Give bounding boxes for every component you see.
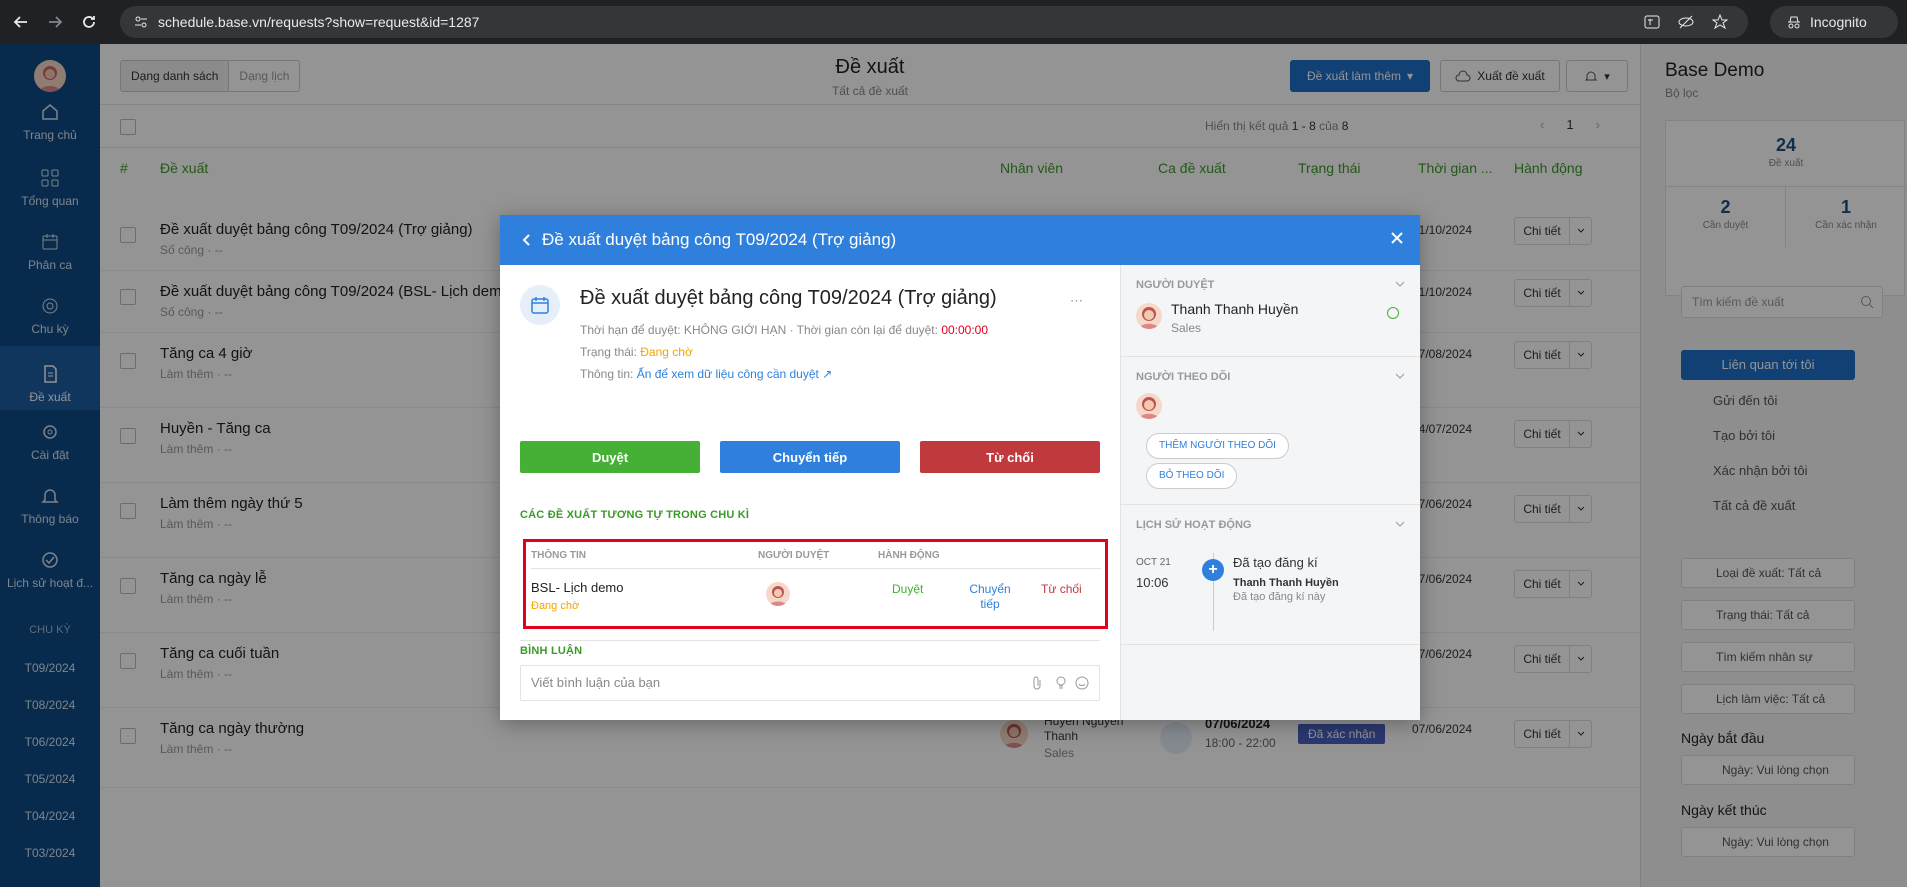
- history-date: OCT 21: [1136, 557, 1171, 568]
- similar-row-name[interactable]: BSL- Lịch demo: [531, 580, 624, 595]
- close-icon[interactable]: [1390, 231, 1404, 245]
- approve-button[interactable]: Duyệt: [520, 441, 700, 473]
- reload-icon[interactable]: [76, 9, 102, 35]
- more-icon[interactable]: ⋯: [1070, 293, 1083, 309]
- status-dot-icon: [1387, 307, 1399, 319]
- request-detail-modal: Đề xuất duyệt bảng công T09/2024 (Trợ gi…: [500, 215, 1420, 720]
- calendar-icon: [520, 285, 560, 325]
- similar-requests-title: CÁC ĐỀ XUẤT TƯƠNG TỰ TRONG CHU KÌ: [520, 509, 750, 521]
- similar-requests-table: THÔNG TIN NGƯỜI DUYỆT HÀNH ĐỘNG BSL- Lịc…: [523, 539, 1108, 629]
- history-time: 10:06: [1136, 575, 1169, 590]
- comment-input[interactable]: Viết bình luận của bạn: [520, 665, 1100, 701]
- approver-team: Sales: [1171, 321, 1202, 335]
- modal-main: Đề xuất duyệt bảng công T09/2024 (Trợ gi…: [500, 265, 1120, 720]
- url-text[interactable]: schedule.base.vn/requests?show=request&i…: [158, 14, 479, 30]
- chevron-down-icon[interactable]: [1395, 281, 1405, 287]
- similar-reject-link[interactable]: Từ chối: [1041, 582, 1082, 596]
- chevron-left-icon[interactable]: [522, 234, 530, 246]
- forward-button[interactable]: Chuyển tiếp: [720, 441, 900, 473]
- follower-section: NGƯỜI THEO DÕI THÊM NGƯỜI THEO DÕI BỎ TH…: [1121, 357, 1420, 505]
- attach-icon[interactable]: [1031, 676, 1043, 690]
- site-info-icon[interactable]: [134, 15, 148, 29]
- browser-chrome: schedule.base.vn/requests?show=request&i…: [0, 0, 1907, 44]
- incognito-label: Incognito: [1810, 14, 1867, 30]
- avatar: [1136, 303, 1162, 329]
- modal-header-title: Đề xuất duyệt bảng công T09/2024 (Trợ gi…: [542, 230, 897, 249]
- similar-approve-link[interactable]: Duyệt: [892, 582, 923, 596]
- chevron-down-icon[interactable]: [1395, 373, 1405, 379]
- similar-forward-link[interactable]: Chuyển tiếp: [966, 582, 1014, 612]
- info-link[interactable]: Ấn để xem dữ liệu công cần duyệt: [637, 367, 819, 381]
- avatar: [766, 582, 790, 606]
- translate-icon[interactable]: [1644, 14, 1660, 30]
- request-title: Đề xuất duyệt bảng công T09/2024 (Trợ gi…: [580, 287, 997, 309]
- history-actor: Thanh Thanh Huyền: [1233, 577, 1339, 589]
- add-follower-button[interactable]: THÊM NGƯỜI THEO DÕI: [1146, 433, 1289, 459]
- unfollow-button[interactable]: BỎ THEO DÕI: [1146, 463, 1238, 489]
- follower-title: NGƯỜI THEO DÕI: [1136, 371, 1231, 383]
- reject-button[interactable]: Từ chối: [920, 441, 1100, 473]
- status-value: Đang chờ: [640, 345, 693, 359]
- similar-col-info: THÔNG TIN: [531, 550, 586, 561]
- approver-title: NGƯỜI DUYỆT: [1136, 279, 1215, 291]
- emoji-icon[interactable]: [1075, 676, 1089, 690]
- chevron-down-icon[interactable]: [1395, 521, 1405, 527]
- comment-placeholder: Viết bình luận của bạn: [531, 675, 661, 690]
- eye-off-icon[interactable]: [1678, 14, 1694, 30]
- history-title: LỊCH SỬ HOẠT ĐỘNG: [1136, 519, 1252, 531]
- history-detail: Đã tạo đăng kí này: [1233, 591, 1326, 603]
- back-icon[interactable]: [8, 9, 34, 35]
- modal-sidebar: NGƯỜI DUYỆT Thanh Thanh Huyền Sales NGƯỜ…: [1120, 265, 1420, 720]
- comment-title: BÌNH LUẬN: [520, 645, 583, 657]
- bulb-icon[interactable]: [1055, 676, 1067, 690]
- incognito-badge[interactable]: Incognito: [1770, 6, 1898, 38]
- divider: [520, 640, 1100, 641]
- plus-icon: +: [1202, 559, 1224, 581]
- approver-section: NGƯỜI DUYỆT Thanh Thanh Huyền Sales: [1121, 265, 1420, 357]
- similar-col-action: HÀNH ĐỘNG: [878, 550, 940, 561]
- star-icon[interactable]: [1712, 14, 1728, 30]
- history-event: Đã tạo đăng kí: [1233, 555, 1318, 570]
- info-line: Thông tin: Ấn để xem dữ liệu công cần du…: [580, 367, 833, 381]
- deadline-timer: 00:00:00: [941, 323, 989, 337]
- similar-row-status: Đang chờ: [531, 600, 580, 612]
- incognito-icon: [1786, 14, 1802, 30]
- history-section: LỊCH SỬ HOẠT ĐỘNG OCT 21 10:06 + Đã tạo …: [1121, 505, 1420, 645]
- deadline-line: Thời hạn để duyệt: KHÔNG GIỚI HẠN · Thời…: [580, 323, 988, 337]
- status-line: Trạng thái: Đang chờ: [580, 345, 693, 359]
- deadline-text: Thời hạn để duyệt: KHÔNG GIỚI HẠN · Thời…: [580, 323, 938, 337]
- external-link-icon[interactable]: ↗: [822, 367, 832, 381]
- approver-name: Thanh Thanh Huyền: [1171, 301, 1299, 317]
- avatar: [1136, 393, 1162, 419]
- similar-col-approver: NGƯỜI DUYỆT: [758, 550, 830, 561]
- modal-header: Đề xuất duyệt bảng công T09/2024 (Trợ gi…: [500, 215, 1420, 265]
- address-bar[interactable]: schedule.base.vn/requests?show=request&i…: [120, 6, 1748, 38]
- divider: [531, 568, 1101, 569]
- forward-icon[interactable]: [42, 9, 68, 35]
